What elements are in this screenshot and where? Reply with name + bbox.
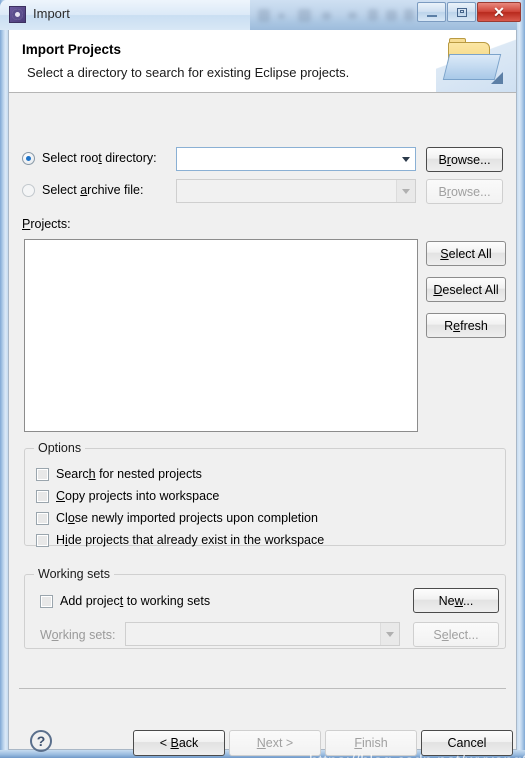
archive-file-radio-indicator <box>22 183 35 197</box>
window-frame-right <box>517 0 525 758</box>
option-hide-existing-label: Hide projects that already exist in the … <box>56 533 325 547</box>
chevron-down-icon-working-sets <box>380 623 399 645</box>
add-project-to-working-sets-label: Add project to working sets <box>60 594 211 608</box>
close-button[interactable]: ✕ <box>477 2 521 22</box>
page-subtitle: Select a directory to search for existin… <box>27 65 350 80</box>
checkbox-add-to-working-sets <box>40 594 53 608</box>
option-search-nested[interactable]: Search for nested projects <box>36 467 202 481</box>
deselect-all-label: Deselect All <box>433 282 499 297</box>
maximize-button[interactable] <box>447 2 476 22</box>
watermark: https://blog.csdn.net/wyyang2 <box>309 753 525 770</box>
browse-archive-label: Browse... <box>438 184 491 199</box>
projects-list[interactable] <box>24 239 418 432</box>
archive-file-combo <box>176 179 416 203</box>
next-button: Next > <box>229 730 321 756</box>
option-close-newly-imported[interactable]: Close newly imported projects upon compl… <box>36 511 318 525</box>
eclipse-import-icon <box>9 6 26 23</box>
window-title: Import <box>33 6 70 21</box>
footer-separator <box>19 688 506 689</box>
refresh-label: Refresh <box>444 318 488 333</box>
browse-root-label: Browse... <box>438 152 491 167</box>
select-archive-file-label: Select archive file: <box>42 183 144 197</box>
root-directory-radio-indicator <box>22 151 35 165</box>
options-group-title: Options <box>34 441 86 455</box>
wizard-header: Import Projects Select a directory to se… <box>9 30 516 93</box>
select-root-directory-radio[interactable]: Select root directory: <box>22 151 157 165</box>
select-archive-file-radio[interactable]: Select archive file: <box>22 183 143 197</box>
page-title: Import Projects <box>22 42 122 57</box>
chevron-down-icon[interactable] <box>397 148 415 170</box>
minimize-icon <box>426 14 437 17</box>
working-sets-group-title: Working sets <box>34 567 115 581</box>
minimize-button[interactable] <box>417 2 446 22</box>
working-sets-field-label: Working sets: <box>40 628 116 642</box>
add-project-to-working-sets-checkbox[interactable]: Add project to working sets <box>40 594 210 608</box>
checkbox-close-newly-imported <box>36 511 49 525</box>
new-working-set-label: New... <box>438 593 474 608</box>
help-icon[interactable]: ? <box>30 730 52 752</box>
dialog-body: Select root directory: Browse... Select … <box>9 93 516 688</box>
select-all-label: Select All <box>440 246 492 261</box>
checkbox-hide-existing <box>36 533 49 547</box>
deselect-all-button[interactable]: Deselect All <box>426 277 506 302</box>
title-bar[interactable]: Import ✕ <box>0 0 525 30</box>
select-all-button[interactable]: Select All <box>426 241 506 266</box>
option-hide-existing[interactable]: Hide projects that already exist in the … <box>36 533 324 547</box>
next-button-label: Next > <box>256 736 294 750</box>
dialog-client-area: Import Projects Select a directory to se… <box>8 30 525 770</box>
option-search-nested-label: Search for nested projects <box>56 467 202 481</box>
browse-archive-file-button: Browse... <box>426 179 503 204</box>
restore-icon <box>456 7 467 17</box>
projects-label: Projects: <box>22 217 71 231</box>
select-working-sets-button: Select... <box>413 622 499 647</box>
new-working-set-button[interactable]: New... <box>413 588 499 613</box>
select-working-sets-label: Select... <box>433 627 479 642</box>
select-root-directory-label: Select root directory: <box>42 151 157 165</box>
import-folder-icon <box>442 38 504 84</box>
cancel-button-label: Cancel <box>447 736 487 750</box>
refresh-button[interactable]: Refresh <box>426 313 506 338</box>
browse-root-directory-button[interactable]: Browse... <box>426 147 503 172</box>
close-icon: ✕ <box>493 4 505 20</box>
chevron-down-icon-archive <box>396 180 415 202</box>
back-button-label: < Back <box>159 736 199 750</box>
root-directory-combo[interactable] <box>176 147 416 171</box>
finish-button-label: Finish <box>354 736 388 750</box>
window-controls: ✕ <box>416 2 521 22</box>
back-button[interactable]: < Back <box>133 730 225 756</box>
option-copy-into-workspace-label: Copy projects into workspace <box>56 489 220 503</box>
checkbox-copy-into-workspace <box>36 489 49 503</box>
window-frame-left <box>0 0 8 758</box>
checkbox-search-nested <box>36 467 49 481</box>
option-close-newly-imported-label: Close newly imported projects upon compl… <box>56 511 318 525</box>
working-sets-combo <box>125 622 400 646</box>
option-copy-into-workspace[interactable]: Copy projects into workspace <box>36 489 219 503</box>
import-dialog-window: Import ✕ Import Projects Select a direct… <box>0 0 525 770</box>
